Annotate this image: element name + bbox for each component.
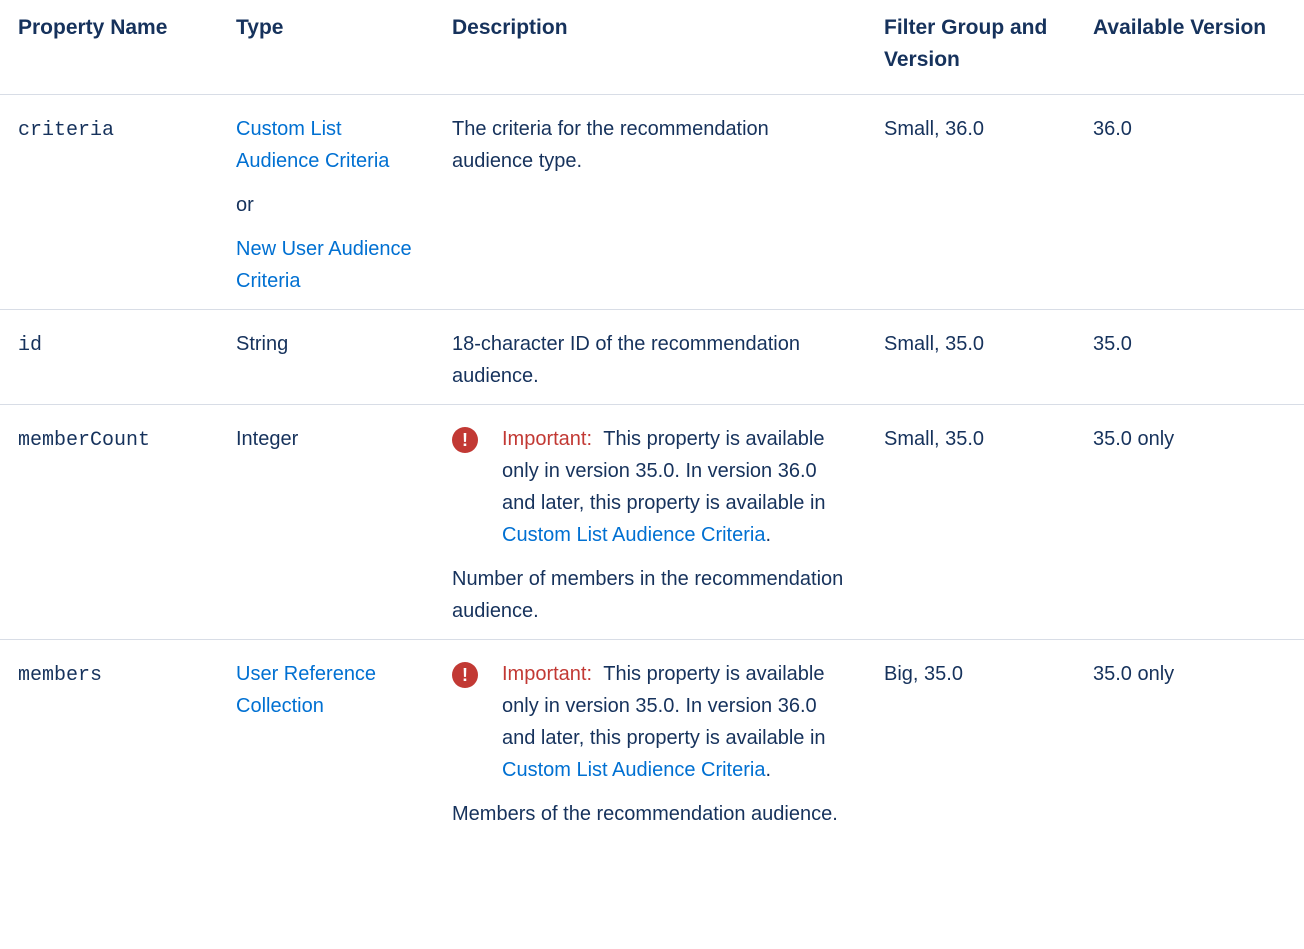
available-version-cell: 35.0: [1083, 309, 1304, 405]
important-label: Important:: [502, 428, 593, 450]
available-version-cell: 35.0 only: [1093, 663, 1175, 685]
available-version-cell: 35.0 only: [1083, 404, 1304, 640]
important-link[interactable]: Custom List Audience Criteria: [502, 759, 765, 781]
important-note: ! Important: This property is available …: [452, 423, 852, 551]
table-row: members User Reference Collection ! Impo…: [0, 640, 1304, 843]
type-link[interactable]: Custom List Audience Criteria: [236, 113, 420, 177]
important-note-body: Important: This property is available on…: [502, 658, 852, 786]
property-name-cell: criteria: [0, 94, 218, 310]
important-note: ! Important: This property is available …: [452, 658, 852, 786]
property-name-cell: members: [0, 640, 218, 843]
description-text: Number of members in the recommendation …: [452, 568, 844, 622]
description-cell: The criteria for the recommendation audi…: [434, 94, 866, 310]
property-name: members: [18, 664, 103, 687]
property-name: criteria: [18, 119, 115, 142]
property-name-cell: id: [0, 309, 218, 405]
description-text: Members of the recommendation audience.: [452, 803, 838, 825]
exclamation-circle-icon: !: [452, 662, 478, 688]
filter-group-cell: Small, 35.0: [866, 309, 1083, 405]
property-name: memberCount: [18, 429, 151, 452]
type-cell: Integer: [218, 404, 434, 640]
table-row: criteria Custom List Audience Criteria o…: [0, 94, 1304, 310]
description-cell: ! Important: This property is available …: [434, 640, 866, 843]
header-type: Type: [218, 0, 434, 95]
table-row: memberCount Integer ! Important: This pr…: [0, 404, 1304, 640]
important-end: .: [765, 759, 772, 781]
type-cell: User Reference Collection: [218, 640, 434, 843]
property-name-cell: memberCount: [0, 404, 218, 640]
header-filter-group: Filter Group and Version: [866, 0, 1083, 95]
properties-table: Property Name Type Description Filter Gr…: [0, 0, 1304, 842]
type-or-text: or: [236, 194, 254, 216]
header-row: Property Name Type Description Filter Gr…: [0, 0, 1304, 95]
header-property-name: Property Name: [0, 0, 218, 95]
type-cell: String: [218, 309, 434, 405]
table-row: id String 18-character ID of the recomme…: [0, 309, 1304, 405]
important-note-body: Important: This property is available on…: [502, 423, 852, 551]
filter-group-cell: Small, 35.0: [866, 404, 1083, 640]
filter-group-cell: Big, 35.0: [884, 663, 963, 685]
header-description: Description: [434, 0, 866, 95]
exclamation-circle-icon: !: [452, 427, 478, 453]
property-name: id: [18, 334, 43, 357]
type-cell: Custom List Audience Criteria or New Use…: [218, 94, 434, 310]
description-cell: 18-character ID of the recommendation au…: [434, 309, 866, 405]
important-link[interactable]: Custom List Audience Criteria: [502, 524, 765, 546]
type-link[interactable]: User Reference Collection: [236, 658, 420, 722]
filter-group-cell: Small, 36.0: [866, 94, 1083, 310]
important-end: .: [765, 524, 772, 546]
type-link[interactable]: New User Audience Criteria: [236, 233, 420, 297]
description-cell: ! Important: This property is available …: [434, 404, 866, 640]
available-version-cell: 36.0: [1083, 94, 1304, 310]
important-label: Important:: [502, 663, 593, 685]
header-available-version: Available Version: [1083, 0, 1304, 95]
